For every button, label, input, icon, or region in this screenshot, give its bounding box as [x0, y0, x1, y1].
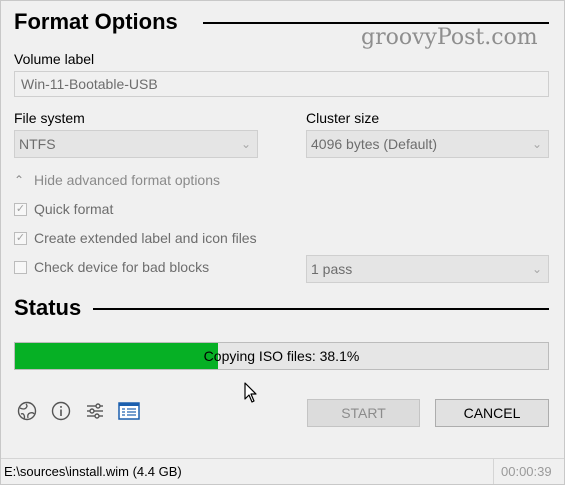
- status-path: E:\sources\install.wim (4.4 GB): [4, 464, 182, 479]
- settings-sliders-icon[interactable]: [85, 401, 105, 421]
- checkbox-empty-icon: [14, 260, 27, 274]
- cluster-size-select[interactable]: 4096 bytes (Default) ⌄: [306, 130, 549, 158]
- globe-icon[interactable]: [17, 401, 37, 421]
- elapsed-time: 00:00:39: [501, 464, 552, 479]
- chevron-down-icon: ⌄: [240, 137, 251, 151]
- status-title: Status: [14, 295, 82, 320]
- chevron-up-icon: ⌃: [14, 173, 25, 187]
- quick-format-label: Quick format: [34, 201, 114, 217]
- advanced-options-toggle[interactable]: ⌃ Hide advanced format options: [14, 172, 220, 188]
- quick-format-checkbox[interactable]: ✓ Quick format: [14, 201, 113, 217]
- log-icon[interactable]: [118, 401, 140, 421]
- mouse-cursor-icon: [244, 382, 258, 404]
- file-system-caption: File system: [14, 110, 85, 126]
- advanced-options-label: Hide advanced format options: [34, 172, 220, 188]
- progress-bar: Copying ISO files: 38.1%: [14, 342, 549, 370]
- cancel-button[interactable]: CANCEL: [435, 399, 549, 427]
- format-options-title: Format Options: [14, 9, 178, 34]
- file-system-select[interactable]: NTFS ⌄: [14, 130, 258, 158]
- format-options-divider: [203, 22, 549, 24]
- status-divider: [93, 308, 549, 310]
- watermark: groovyPost.com: [361, 25, 538, 50]
- start-button[interactable]: START: [307, 399, 420, 427]
- file-system-value: NTFS: [19, 136, 56, 152]
- status-separator: [493, 459, 494, 484]
- checkmark-icon: ✓: [14, 231, 27, 245]
- chevron-down-icon: ⌄: [531, 137, 542, 151]
- bad-blocks-label: Check device for bad blocks: [34, 259, 210, 275]
- info-icon[interactable]: [51, 401, 71, 421]
- checkmark-icon: ✓: [14, 202, 27, 216]
- extended-label-checkbox[interactable]: ✓ Create extended label and icon files: [14, 230, 257, 246]
- passes-value: 1 pass: [311, 261, 353, 277]
- status-bar: E:\sources\install.wim (4.4 GB) 00:00:39: [1, 458, 564, 484]
- cluster-size-caption: Cluster size: [306, 110, 380, 126]
- volume-label-caption: Volume label: [14, 51, 95, 67]
- bad-blocks-checkbox[interactable]: Check device for bad blocks: [14, 259, 209, 275]
- cluster-size-value: 4096 bytes (Default): [311, 136, 438, 152]
- progress-text: Copying ISO files: 38.1%: [203, 348, 360, 364]
- chevron-down-icon: ⌄: [531, 262, 542, 276]
- passes-select[interactable]: 1 pass ⌄: [306, 255, 549, 283]
- extended-label-label: Create extended label and icon files: [34, 230, 257, 246]
- volume-label-input[interactable]: Win-11-Bootable-USB: [14, 71, 549, 97]
